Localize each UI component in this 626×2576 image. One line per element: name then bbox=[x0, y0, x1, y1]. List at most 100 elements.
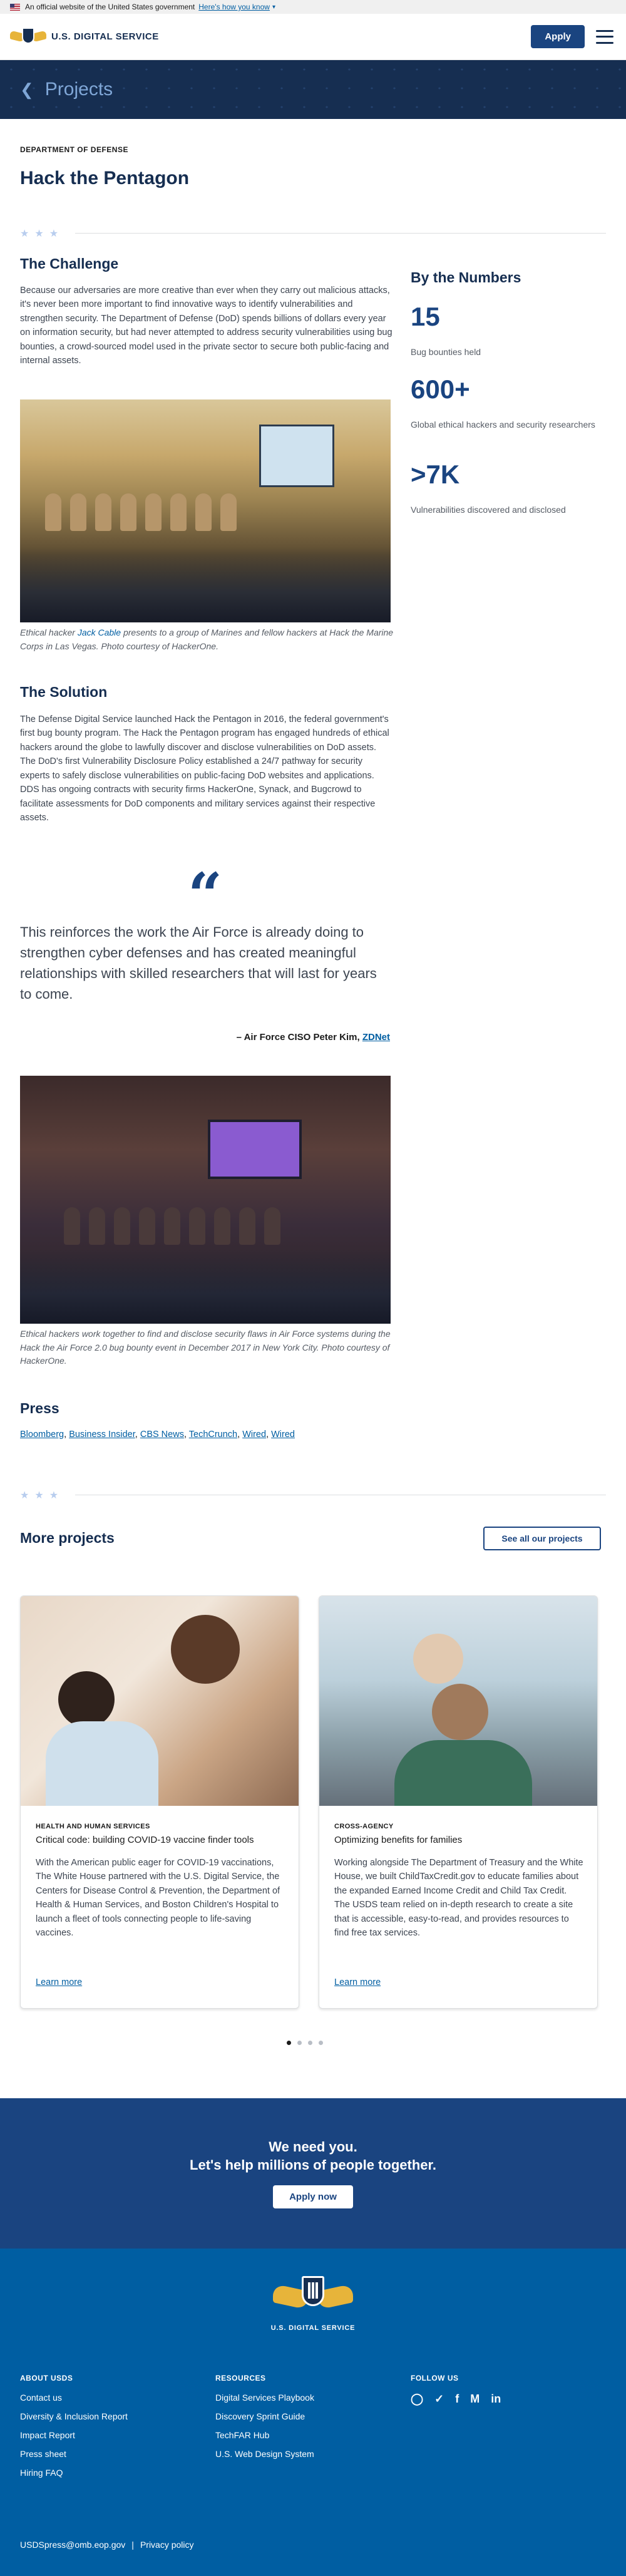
carousel-dot[interactable] bbox=[297, 2041, 302, 2045]
stat-value: >7K bbox=[411, 460, 460, 489]
usds-logo-icon[interactable]: U.S. DIGITAL SERVICE bbox=[268, 2275, 358, 2344]
home-logo-link[interactable]: U.S. DIGITAL SERVICE bbox=[10, 26, 159, 48]
learn-more-link[interactable]: Learn more bbox=[334, 1977, 381, 1987]
site-header: U.S. DIGITAL SERVICE Apply bbox=[0, 14, 626, 60]
press-link-cbs-news[interactable]: CBS News bbox=[140, 1430, 184, 1440]
stat-label: Global ethical hackers and security rese… bbox=[411, 420, 595, 430]
apply-now-button[interactable]: Apply now bbox=[273, 2185, 353, 2209]
footer-link-contact[interactable]: Contact us bbox=[20, 2393, 128, 2403]
us-flag-icon bbox=[10, 3, 20, 11]
learn-more-link[interactable]: Learn more bbox=[36, 1977, 82, 1987]
page-title: Hack the Pentagon bbox=[20, 168, 190, 188]
carousel-dot[interactable] bbox=[287, 2041, 291, 2045]
footer-link-techfar[interactable]: TechFAR Hub bbox=[215, 2430, 314, 2440]
footer-about: ABOUT USDS Contact us Diversity & Inclus… bbox=[20, 2374, 128, 2486]
press-link-techcrunch[interactable]: TechCrunch bbox=[189, 1430, 237, 1440]
solution-heading: The Solution bbox=[20, 684, 108, 700]
carousel-dot[interactable] bbox=[319, 2041, 323, 2045]
hero-title-link[interactable]: Projects bbox=[45, 79, 113, 100]
card-image bbox=[319, 1596, 597, 1806]
instagram-icon[interactable]: ◯ bbox=[411, 2393, 423, 2406]
social-links: ◯ ✓ f M in bbox=[411, 2393, 501, 2406]
medium-icon[interactable]: M bbox=[470, 2393, 480, 2406]
card-image bbox=[21, 1596, 299, 1806]
challenge-body: Because our adversaries are more creativ… bbox=[20, 286, 393, 366]
footer-heading: FOLLOW US bbox=[411, 2374, 459, 2383]
press-heading: Press bbox=[20, 1400, 59, 1416]
stat-label: Vulnerabilities discovered and disclosed bbox=[411, 505, 566, 515]
press-link-wired[interactable]: Wired bbox=[242, 1430, 266, 1440]
usds-logo-icon bbox=[10, 26, 46, 48]
footer-heading: RESOURCES bbox=[215, 2374, 266, 2383]
zdnet-link[interactable]: ZDNet bbox=[362, 1032, 390, 1043]
stat-label: Bug bounties held bbox=[411, 347, 481, 357]
card-tag: HEALTH AND HUMAN SERVICES bbox=[36, 1823, 150, 1830]
project-card[interactable]: CROSS-AGENCY Optimizing benefits for fam… bbox=[319, 1595, 598, 2009]
project-card[interactable]: HEALTH AND HUMAN SERVICES Critical code:… bbox=[20, 1595, 299, 2009]
gov-banner: An official website of the United States… bbox=[0, 0, 626, 14]
presentation-screen bbox=[259, 425, 334, 487]
more-projects-heading: More projects bbox=[20, 1530, 115, 1546]
star-icon: ★ bbox=[49, 229, 59, 239]
jack-cable-link[interactable]: Jack Cable bbox=[78, 627, 121, 637]
footer-brand: U.S. DIGITAL SERVICE bbox=[270, 2324, 356, 2332]
footer-link-diversity-report[interactable]: Diversity & Inclusion Report bbox=[20, 2411, 128, 2421]
facebook-icon[interactable]: f bbox=[455, 2393, 459, 2406]
heres-how-link[interactable]: Here's how you know bbox=[198, 3, 270, 11]
chevron-down-icon[interactable]: ▾ bbox=[272, 4, 275, 11]
footer-link-uswds[interactable]: U.S. Web Design System bbox=[215, 2449, 314, 2459]
solution-body: The Defense Digital Service launched Hac… bbox=[20, 714, 389, 823]
photo-hack-air-force bbox=[20, 1076, 391, 1324]
footer-link-playbook[interactable]: Digital Services Playbook bbox=[215, 2393, 314, 2403]
by-numbers-heading: By the Numbers bbox=[411, 269, 521, 286]
footer-email-link[interactable]: USDSpress@omb.eop.gov bbox=[20, 2540, 125, 2550]
chevron-left-icon[interactable]: ❮ bbox=[20, 80, 34, 100]
star-icon: ★ bbox=[49, 1490, 59, 1501]
hero-banner: ❮ Projects bbox=[0, 60, 626, 119]
star-icon: ★ bbox=[34, 1490, 44, 1501]
press-link-bloomberg[interactable]: Bloomberg bbox=[20, 1430, 64, 1440]
stars-divider: ★ ★ ★ bbox=[20, 227, 58, 240]
card-subtitle: Optimizing benefits for families bbox=[334, 1835, 463, 1845]
gov-banner-text: An official website of the United States… bbox=[25, 3, 195, 11]
quote-icon: “ bbox=[188, 860, 223, 930]
stars-divider: ★ ★ ★ bbox=[20, 1489, 58, 1502]
card-body: Working alongside The Department of Trea… bbox=[334, 1858, 583, 1939]
footer-link-impact-report[interactable]: Impact Report bbox=[20, 2430, 128, 2440]
footer-link-press-sheet[interactable]: Press sheet bbox=[20, 2449, 128, 2459]
star-icon: ★ bbox=[20, 1490, 29, 1501]
card-subtitle: Critical code: building COVID-19 vaccine… bbox=[36, 1835, 254, 1845]
star-icon: ★ bbox=[34, 229, 44, 239]
footer-bottom: USDSpress@omb.eop.gov | Privacy policy bbox=[20, 2540, 194, 2550]
twitter-icon[interactable]: ✓ bbox=[434, 2393, 444, 2406]
menu-icon[interactable] bbox=[596, 29, 613, 44]
photo-caption: Ethical hacker Jack Cable presents to a … bbox=[20, 627, 394, 651]
photo-caption: Ethical hackers work together to find an… bbox=[20, 1329, 391, 1366]
footer-resources: RESOURCES Digital Services Playbook Disc… bbox=[215, 2374, 314, 2468]
star-icon: ★ bbox=[20, 229, 29, 239]
cta-line-1: We need you. bbox=[269, 2138, 357, 2155]
brand-name: U.S. DIGITAL SERVICE bbox=[51, 31, 159, 42]
stat-value: 600+ bbox=[411, 374, 470, 404]
stat-value: 15 bbox=[411, 302, 440, 331]
footer-link-hiring-faq[interactable]: Hiring FAQ bbox=[20, 2468, 128, 2478]
card-body: With the American public eager for COVID… bbox=[36, 1858, 280, 1939]
carousel-dot[interactable] bbox=[308, 2041, 312, 2045]
project-agency: DEPARTMENT OF DEFENSE bbox=[20, 145, 128, 154]
footer-follow: FOLLOW US ◯ ✓ f M in bbox=[411, 2374, 501, 2406]
divider bbox=[75, 233, 606, 234]
footer-link-discovery-sprint[interactable]: Discovery Sprint Guide bbox=[215, 2411, 314, 2421]
pull-quote: This reinforces the work the Air Force i… bbox=[20, 924, 377, 1002]
press-link-wired-2[interactable]: Wired bbox=[271, 1430, 295, 1440]
cta-line-2: Let's help millions of people together. bbox=[190, 2156, 436, 2173]
press-link-business-insider[interactable]: Business Insider bbox=[69, 1430, 135, 1440]
privacy-policy-link[interactable]: Privacy policy bbox=[140, 2540, 194, 2550]
presentation-screen bbox=[208, 1120, 302, 1179]
apply-button[interactable]: Apply bbox=[531, 25, 585, 48]
card-tag: CROSS-AGENCY bbox=[334, 1823, 394, 1830]
press-links: Bloomberg, Business Insider, CBS News, T… bbox=[20, 1430, 295, 1440]
cta-section: We need you. Let's help millions of peop… bbox=[0, 2098, 626, 2249]
photo-hack-marine-corps bbox=[20, 399, 391, 622]
see-all-projects-button[interactable]: See all our projects bbox=[483, 1527, 601, 1550]
linkedin-icon[interactable]: in bbox=[491, 2393, 501, 2406]
